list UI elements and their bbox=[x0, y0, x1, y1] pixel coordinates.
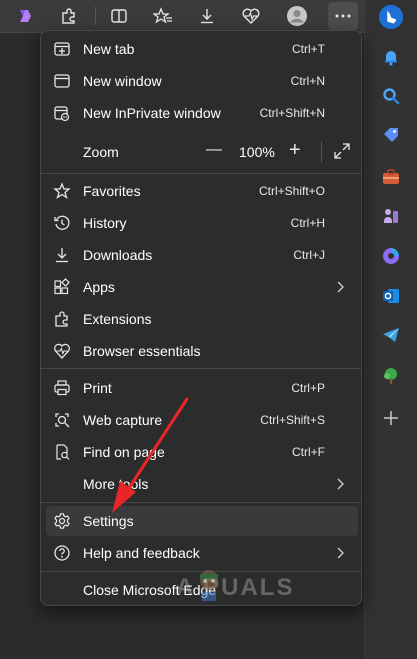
find-on-page-icon bbox=[53, 443, 71, 461]
profile-icon[interactable] bbox=[282, 2, 312, 30]
bing-icon[interactable] bbox=[378, 4, 404, 30]
favorites-icon bbox=[53, 182, 71, 200]
menu-item-label: Help and feedback bbox=[83, 545, 200, 561]
menu-item-shortcut: Ctrl+N bbox=[290, 74, 325, 88]
menu-item-new-window[interactable]: New window Ctrl+N bbox=[46, 66, 358, 96]
downloads-icon bbox=[53, 246, 71, 264]
toolbar-separator bbox=[95, 7, 96, 25]
menu-item-shortcut: Ctrl+F bbox=[292, 445, 325, 459]
menu-divider bbox=[41, 368, 361, 369]
menu-item-web-capture[interactable]: Web capture Ctrl+Shift+S bbox=[46, 405, 358, 435]
extensions-icon bbox=[53, 310, 71, 328]
menu-item-shortcut: Ctrl+J bbox=[293, 248, 325, 262]
microsoft365-icon[interactable] bbox=[378, 243, 404, 269]
watermark-mascot-icon bbox=[196, 568, 222, 602]
menu-item-settings[interactable]: Settings bbox=[46, 506, 358, 536]
add-icon[interactable] bbox=[378, 405, 404, 431]
appuals-watermark: A PUALS bbox=[176, 566, 294, 610]
browser-essentials-icon[interactable] bbox=[236, 2, 266, 30]
menu-item-label: Downloads bbox=[83, 247, 153, 263]
chevron-right-icon bbox=[334, 476, 346, 492]
menu-item-browser-essentials[interactable]: Browser essentials bbox=[46, 336, 358, 366]
zoom-value: 100% bbox=[239, 144, 275, 160]
history-icon bbox=[53, 214, 71, 232]
menu-item-favorites[interactable]: Favorites Ctrl+Shift+O bbox=[46, 176, 358, 206]
menu-item-label: New window bbox=[83, 73, 162, 89]
search-icon[interactable] bbox=[378, 83, 404, 109]
watermark-text: A PUALS bbox=[176, 574, 295, 601]
menu-item-print[interactable]: Print Ctrl+P bbox=[46, 373, 358, 403]
more-icon[interactable] bbox=[328, 2, 358, 30]
downloads-icon[interactable] bbox=[192, 2, 222, 30]
menu-item-label: Apps bbox=[83, 279, 115, 295]
menu-item-find-on-page[interactable]: Find on page Ctrl+F bbox=[46, 437, 358, 467]
notifications-icon[interactable] bbox=[378, 44, 404, 70]
menu-item-shortcut: Ctrl+Shift+O bbox=[258, 184, 325, 198]
zoom-out-button[interactable]: — bbox=[206, 141, 222, 159]
menu-item-label: Web capture bbox=[83, 412, 163, 428]
menu-item-label: Favorites bbox=[83, 183, 141, 199]
menu-item-shortcut: Ctrl+T bbox=[292, 42, 325, 56]
new-window-icon bbox=[53, 72, 71, 90]
help-icon bbox=[53, 544, 71, 562]
browser-toolbar bbox=[0, 0, 364, 33]
zoom-separator bbox=[321, 141, 322, 163]
split-screen-icon[interactable] bbox=[104, 2, 134, 30]
menu-item-shortcut: Ctrl+H bbox=[290, 216, 325, 230]
menu-item-extensions[interactable]: Extensions bbox=[46, 304, 358, 334]
menu-item-label: New InPrivate window bbox=[83, 105, 221, 121]
shopping-icon[interactable] bbox=[378, 122, 404, 148]
menu-item-help-and-feedback[interactable]: Help and feedback bbox=[46, 538, 358, 568]
menu-item-label: More tools bbox=[83, 476, 149, 492]
chevron-right-icon bbox=[334, 279, 346, 295]
menu-divider bbox=[41, 173, 361, 174]
menu-item-history[interactable]: History Ctrl+H bbox=[46, 208, 358, 238]
menu-item-new-inprivate-window[interactable]: New InPrivate window Ctrl+Shift+N bbox=[46, 98, 358, 128]
settings-and-more-menu: New tab Ctrl+T New window Ctrl+N New InP… bbox=[40, 30, 362, 606]
menu-item-label: Browser essentials bbox=[83, 343, 201, 359]
chevron-right-icon bbox=[334, 545, 346, 561]
outlook-icon[interactable] bbox=[378, 283, 404, 309]
zoom-in-button[interactable]: + bbox=[289, 139, 301, 162]
menu-divider bbox=[41, 502, 361, 503]
menu-item-label: Settings bbox=[83, 513, 134, 529]
browser-essentials-icon bbox=[53, 342, 71, 360]
menu-item-label: New tab bbox=[83, 41, 135, 57]
menu-item-shortcut: Ctrl+P bbox=[291, 381, 325, 395]
extensions-icon[interactable] bbox=[54, 2, 84, 30]
menu-item-label: Print bbox=[83, 380, 112, 396]
menu-item-shortcut: Ctrl+Shift+N bbox=[259, 106, 325, 120]
new-tab-icon bbox=[53, 40, 71, 58]
inprivate-window-icon bbox=[53, 104, 71, 122]
fullscreen-icon[interactable] bbox=[333, 142, 351, 160]
menu-item-downloads[interactable]: Downloads Ctrl+J bbox=[46, 240, 358, 270]
telegram-icon[interactable] bbox=[378, 322, 404, 348]
menu-item-label: Extensions bbox=[83, 311, 152, 327]
web-capture-icon bbox=[53, 411, 71, 429]
menu-item-new-tab[interactable]: New tab Ctrl+T bbox=[46, 34, 358, 64]
menu-item-shortcut: Ctrl+Shift+S bbox=[260, 413, 325, 427]
zoom-row: Zoom — 100% + bbox=[46, 137, 358, 167]
tree-icon[interactable] bbox=[378, 363, 404, 389]
zoom-label: Zoom bbox=[83, 144, 119, 160]
favorites-icon[interactable] bbox=[148, 2, 178, 30]
copilot-icon[interactable] bbox=[10, 2, 40, 30]
apps-icon bbox=[53, 278, 71, 296]
edge-sidebar bbox=[364, 0, 417, 659]
settings-gear-icon bbox=[53, 512, 71, 530]
tools-icon[interactable] bbox=[378, 164, 404, 190]
menu-item-more-tools[interactable]: More tools bbox=[46, 469, 358, 499]
games-icon[interactable] bbox=[378, 203, 404, 229]
print-icon bbox=[53, 379, 71, 397]
menu-item-apps[interactable]: Apps bbox=[46, 272, 358, 302]
menu-item-label: History bbox=[83, 215, 127, 231]
menu-item-label: Find on page bbox=[83, 444, 165, 460]
